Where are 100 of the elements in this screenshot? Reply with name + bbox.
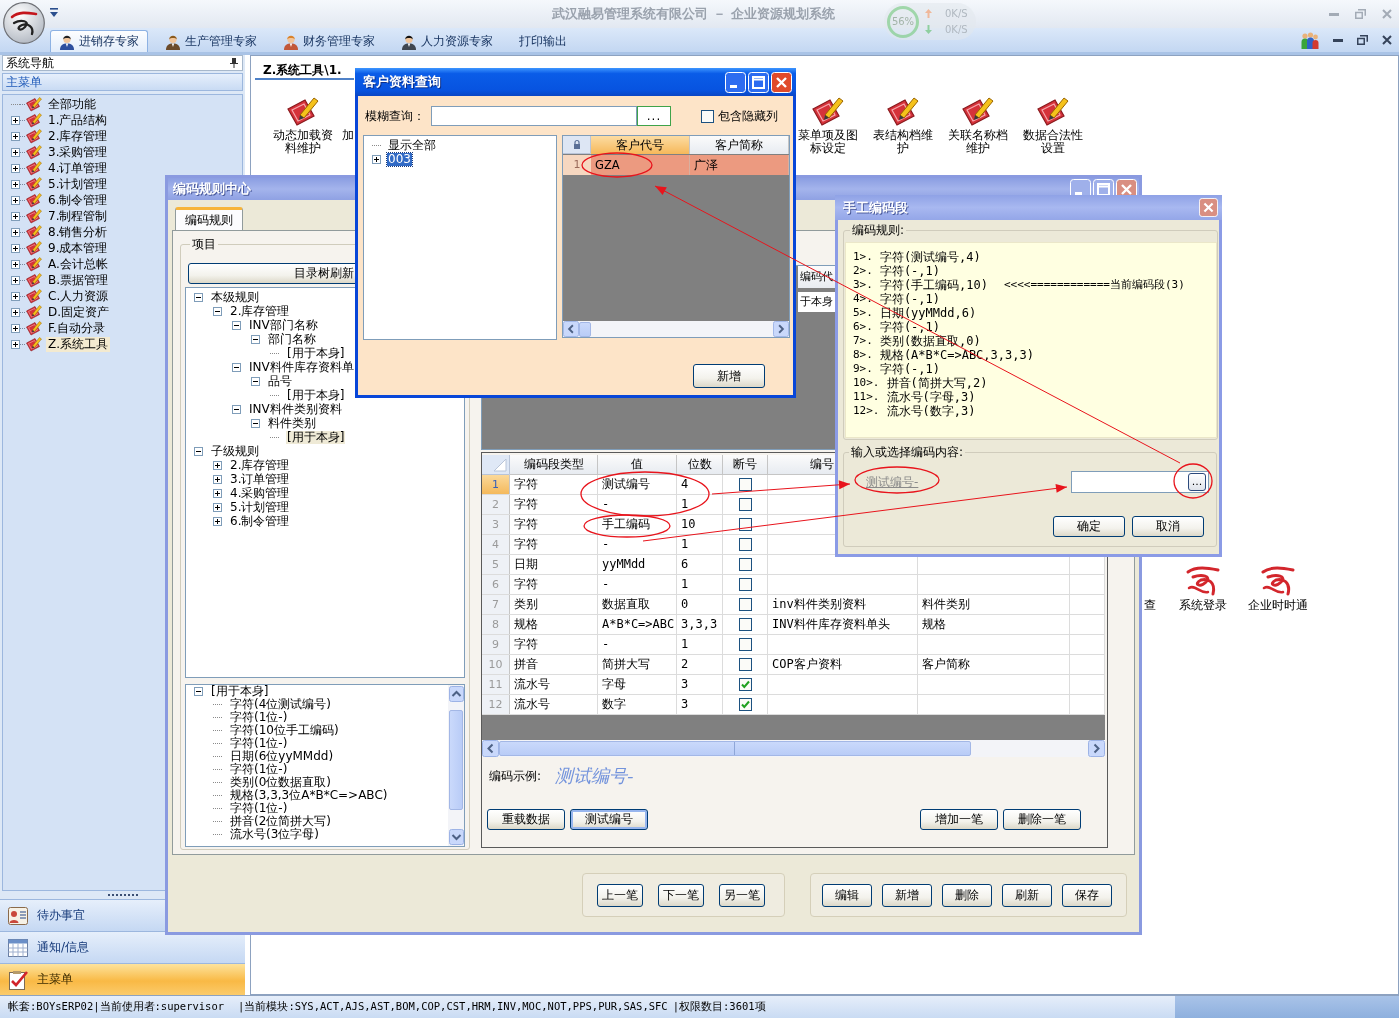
- collapse-icon[interactable]: [194, 687, 203, 696]
- button[interactable]: 保存: [1062, 883, 1112, 907]
- table-row[interactable]: 7 类别 数据直取 0 inv料件类别资料 料件类别: [482, 595, 1105, 615]
- scroll-right-icon[interactable]: [773, 321, 789, 337]
- horizontal-scrollbar[interactable]: [482, 740, 1105, 757]
- tree-item[interactable]: [用于本身]: [286, 388, 346, 402]
- table-row[interactable]: 5 日期 yyMMdd 6: [482, 555, 1105, 575]
- table-row[interactable]: 11 流水号 字母 3: [482, 675, 1105, 695]
- collapse-icon[interactable]: [251, 334, 260, 344]
- scrollbar-thumb[interactable]: [579, 321, 591, 337]
- row-header[interactable]: 1: [482, 475, 510, 494]
- expand-icon[interactable]: [213, 502, 222, 512]
- tree-item[interactable]: 规格(3,3,3位A*B*C=>ABC): [229, 789, 389, 802]
- input-field[interactable]: ...: [1071, 471, 1209, 493]
- button[interactable]: 增加一笔: [920, 809, 998, 830]
- add-button[interactable]: 新增: [693, 364, 765, 388]
- expand-icon[interactable]: [11, 131, 20, 141]
- expand-icon[interactable]: [213, 488, 222, 498]
- checkbox[interactable]: [739, 698, 752, 711]
- column-header[interactable]: 客户代号: [591, 136, 690, 154]
- tree-item[interactable]: 9.成本管理: [46, 240, 110, 256]
- nav-button[interactable]: 通知/信息: [0, 931, 245, 963]
- table-row[interactable]: 12 流水号 数字 3: [482, 695, 1105, 715]
- tree-item[interactable]: 1.产品结构: [46, 112, 110, 128]
- tree-item[interactable]: Z.系统工具: [46, 336, 111, 352]
- tree-item[interactable]: [用于本身]: [286, 346, 346, 360]
- tree-item[interactable]: 3.采购管理: [46, 144, 110, 160]
- close-icon[interactable]: [1382, 35, 1392, 45]
- expand-icon[interactable]: [213, 474, 222, 484]
- tree-item[interactable]: 2.库存管理: [46, 128, 110, 144]
- tree-item[interactable]: 8.销售分析: [46, 224, 110, 240]
- users-icon[interactable]: [1301, 31, 1319, 49]
- column-header[interactable]: 编码段类型: [510, 455, 598, 475]
- tree-item[interactable]: 部门名称: [267, 332, 317, 346]
- tree-item[interactable]: 显示全部: [387, 138, 437, 152]
- expand-icon[interactable]: [213, 516, 222, 526]
- tree-item[interactable]: 字符(10位手工编码): [229, 724, 340, 737]
- restore-icon[interactable]: [1357, 35, 1368, 45]
- tree-item[interactable]: 流水号(3位字母): [229, 828, 320, 841]
- button[interactable]: 确定: [1053, 516, 1125, 537]
- ribbon-tab[interactable]: 人力资源专家: [392, 30, 502, 52]
- vertical-scrollbar[interactable]: [448, 685, 464, 846]
- checkbox[interactable]: [739, 678, 752, 691]
- ribbon-tab[interactable]: 生产管理专家: [156, 30, 266, 52]
- tree-item[interactable]: 4.订单管理: [46, 160, 110, 176]
- tree-item[interactable]: 料件类别: [267, 416, 317, 430]
- tree-item[interactable]: 全部功能: [46, 96, 98, 112]
- logo-icon[interactable]: [3, 2, 45, 44]
- tree-item[interactable]: [用于本身]: [286, 430, 346, 444]
- button[interactable]: 上一笔: [597, 883, 643, 907]
- tree-item[interactable]: 拼音(2位简拼大写): [229, 815, 332, 828]
- ribbon-tab[interactable]: 打印输出: [510, 30, 576, 52]
- button[interactable]: 新增: [882, 883, 932, 907]
- tree-item[interactable]: 品号: [267, 374, 293, 388]
- collapse-icon[interactable]: [232, 362, 241, 372]
- collapse-icon[interactable]: [232, 404, 241, 414]
- browse-button[interactable]: ...: [637, 106, 671, 126]
- tool-button[interactable]: 企业时时通: [1244, 565, 1311, 612]
- tree-item[interactable]: D.固定资产: [46, 304, 112, 320]
- tree-item[interactable]: 5.计划管理: [46, 176, 110, 192]
- button[interactable]: 编辑: [822, 883, 872, 907]
- expand-icon[interactable]: [11, 323, 20, 333]
- table-row[interactable]: 6 字符 - 1: [482, 575, 1105, 595]
- tool-button[interactable]: 表结构档维护: [869, 95, 936, 155]
- tree-item[interactable]: 5.计划管理: [229, 500, 291, 514]
- scroll-down-icon[interactable]: [448, 829, 464, 845]
- maximize-icon[interactable]: [748, 71, 769, 93]
- column-header[interactable]: 值: [598, 455, 677, 475]
- tree-item[interactable]: 字符(1位-): [229, 737, 289, 750]
- button[interactable]: 测试编号: [570, 809, 648, 830]
- scroll-right-icon[interactable]: [1088, 740, 1105, 757]
- checkbox[interactable]: [739, 618, 752, 631]
- dropdown-icon[interactable]: [50, 8, 58, 17]
- tree-item[interactable]: 字符(1位-): [229, 763, 289, 776]
- tool-button[interactable]: 数据合法性设置: [1019, 95, 1086, 155]
- expand-icon[interactable]: [11, 243, 20, 253]
- button[interactable]: 刷新: [1002, 883, 1052, 907]
- tree-item[interactable]: 3.订单管理: [229, 472, 291, 486]
- button[interactable]: 下一笔: [658, 883, 704, 907]
- expand-icon[interactable]: [11, 339, 20, 349]
- tree-item[interactable]: 字符(1位-): [229, 711, 289, 724]
- minimize-icon[interactable]: [725, 71, 746, 93]
- minimize-icon[interactable]: [1333, 38, 1343, 42]
- collapse-icon[interactable]: [251, 418, 260, 428]
- scroll-up-icon[interactable]: [448, 686, 464, 702]
- tool-label[interactable]: 加: [342, 128, 354, 142]
- checkbox[interactable]: [739, 578, 752, 591]
- tool-label[interactable]: 查: [1144, 598, 1156, 612]
- checkbox[interactable]: [739, 558, 752, 571]
- tree-item[interactable]: INV料件类别资料: [248, 402, 343, 416]
- collapse-icon[interactable]: [232, 320, 241, 330]
- tree-item[interactable]: INV部门名称: [248, 318, 319, 332]
- checkbox[interactable]: [739, 638, 752, 651]
- collapse-icon[interactable]: [194, 292, 203, 302]
- checkbox[interactable]: [739, 498, 752, 511]
- browse-button[interactable]: ...: [1188, 473, 1206, 491]
- button[interactable]: 删除一笔: [1003, 809, 1081, 830]
- horizontal-scrollbar[interactable]: [563, 321, 789, 337]
- tree-item[interactable]: 类别(0位数据直取): [229, 776, 332, 789]
- expand-icon[interactable]: [11, 307, 20, 317]
